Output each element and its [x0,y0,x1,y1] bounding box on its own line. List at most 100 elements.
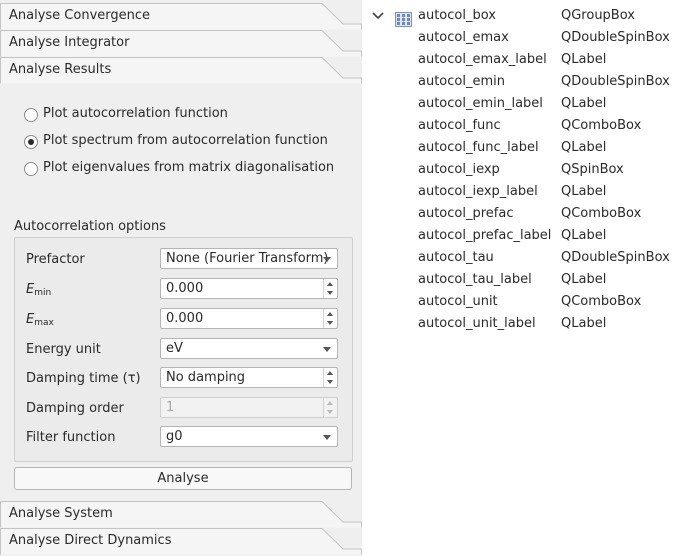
tree-class-name: QGroupBox [561,8,635,23]
tree-object-name: autocol_emin [418,74,505,89]
spin-down-icon[interactable] [324,319,337,328]
radio-label: Plot eigenvalues from matrix diagonalisa… [43,160,335,175]
spin-up-icon[interactable] [324,309,337,318]
tree-object-name: autocol_box [418,8,496,23]
emax-spinbox[interactable]: 0.000 [160,308,338,329]
spin-down-icon[interactable] [324,289,337,298]
tab-label: Analyse Convergence [9,8,151,23]
radio-button[interactable] [24,162,38,176]
radio-button-checked[interactable] [24,135,38,149]
tree-class-name: QLabel [561,52,607,67]
prefactor-combo[interactable]: None (Fourier Transform) [160,248,338,269]
radio-label: Plot spectrum from autocorrelation funct… [43,133,328,148]
tree-object-name: autocol_tau [418,250,494,265]
damping-order-label: Damping order [26,401,124,416]
spin-buttons [323,398,337,417]
tree-row[interactable]: autocol_func QComboBox [362,115,694,137]
tab-label: Analyse Integrator [9,35,130,50]
filter-function-combo[interactable]: g0 [160,426,338,447]
spin-down-icon[interactable] [324,378,337,387]
tree-row[interactable]: autocol_unit QComboBox [362,291,694,313]
tree-row[interactable]: autocol_iexp_label QLabel [362,181,694,203]
tree-object-name: autocol_emax_label [418,52,547,67]
tree-object-name: autocol_unit [418,294,498,309]
tree-class-name: QLabel [561,316,607,331]
combo-value: g0 [166,429,183,444]
chevron-down-icon [323,347,331,352]
chevron-down-icon[interactable] [372,12,384,20]
tab-label: Analyse Direct Dynamics [9,533,172,548]
tree-row[interactable]: autocol_prefac_label QLabel [362,225,694,247]
tab-analyse-system[interactable]: Analyse System [0,501,362,528]
prefactor-label: Prefactor [26,252,85,267]
tree-row[interactable]: autocol_prefac QComboBox [362,203,694,225]
spin-value: 0.000 [166,281,204,296]
analyse-button[interactable]: Analyse [14,467,352,490]
object-tree: autocol_box QGroupBox autocol_emax QDoub… [362,0,694,556]
damping-time-spinbox[interactable]: No damping [160,367,338,388]
filter-function-label: Filter function [26,430,116,445]
radio-button[interactable] [24,108,38,122]
tab-label: Analyse Results [9,62,112,77]
tab-analyse-convergence[interactable]: Analyse Convergence [0,3,362,30]
spin-value: 1 [166,400,175,415]
tree-class-name: QDoubleSpinBox [561,250,670,265]
emax-letter: E [26,312,35,327]
tree-object-name: autocol_func_label [418,140,539,155]
spin-up-icon[interactable] [324,368,337,377]
combo-value: None (Fourier Transform) [166,251,329,266]
spin-value: 0.000 [166,311,204,326]
tree-row[interactable]: autocol_emin_label QLabel [362,93,694,115]
spin-up-icon [324,398,337,407]
emin-letter: E [26,282,35,297]
tree-object-name: autocol_iexp_label [418,184,538,199]
tab-analyse-integrator[interactable]: Analyse Integrator [0,30,362,57]
tab-analyse-results[interactable]: Analyse Results [0,57,362,84]
chevron-down-icon [323,257,331,262]
tree-object-name: autocol_emin_label [418,96,543,111]
tree-object-name: autocol_prefac [418,206,514,221]
tree-class-name: QSpinBox [561,162,624,177]
emax-label: Emax [26,312,54,328]
emin-label: Emin [26,282,51,298]
emin-spinbox[interactable]: 0.000 [160,278,338,299]
grid-icon [395,12,412,27]
tree-object-name: autocol_tau_label [418,272,532,287]
tab-label: Analyse System [9,506,113,521]
tree-class-name: QLabel [561,96,607,111]
emax-subscript: max [34,318,54,328]
tree-row[interactable]: autocol_func_label QLabel [362,137,694,159]
tree-class-name: QLabel [561,140,607,155]
tree-class-name: QComboBox [561,206,642,221]
damping-time-label: Damping time (τ) [26,371,141,386]
tree-row-root[interactable]: autocol_box QGroupBox [362,5,694,27]
tree-row[interactable]: autocol_iexp QSpinBox [362,159,694,181]
tree-object-name: autocol_emax [418,30,509,45]
radio-label: Plot autocorrelation function [43,106,228,121]
tree-row[interactable]: autocol_emax_label QLabel [362,49,694,71]
energy-unit-combo[interactable]: eV [160,338,338,359]
tree-class-name: QDoubleSpinBox [561,30,670,45]
spin-value: No damping [166,370,246,385]
spin-buttons [323,368,337,387]
tree-row[interactable]: autocol_tau_label QLabel [362,269,694,291]
tree-row[interactable]: autocol_tau QDoubleSpinBox [362,247,694,269]
toolbox-panel: Analyse Convergence Analyse Integrator A… [0,0,362,556]
tree-class-name: QComboBox [561,118,642,133]
tree-class-name: QDoubleSpinBox [561,74,670,89]
tree-object-name: autocol_unit_label [418,316,536,331]
tree-row[interactable]: autocol_emin QDoubleSpinBox [362,71,694,93]
damping-order-spinbox: 1 [160,397,338,418]
chevron-down-icon [323,435,331,440]
spin-down-icon [324,408,337,417]
group-title: Autocorrelation options [14,219,166,234]
energy-unit-label: Energy unit [26,342,101,357]
spin-up-icon[interactable] [324,279,337,288]
spin-buttons [323,279,337,298]
tab-analyse-direct-dynamics[interactable]: Analyse Direct Dynamics [0,528,362,555]
tree-object-name: autocol_iexp [418,162,500,177]
tree-row[interactable]: autocol_unit_label QLabel [362,313,694,335]
tree-object-name: autocol_prefac_label [418,228,552,243]
tree-class-name: QLabel [561,184,607,199]
tree-row[interactable]: autocol_emax QDoubleSpinBox [362,27,694,49]
